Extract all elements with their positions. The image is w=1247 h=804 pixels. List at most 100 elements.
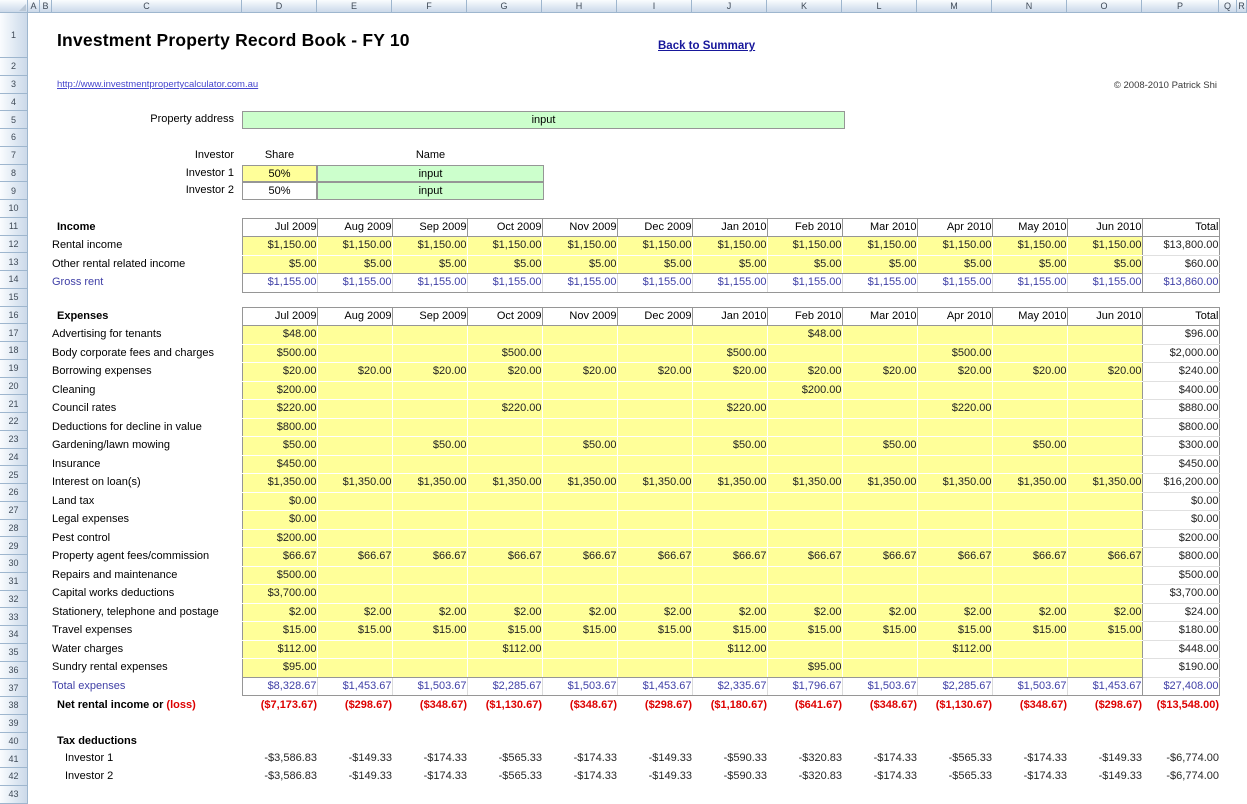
income-cell[interactable]: $5.00 — [542, 255, 617, 274]
expense-total-cell[interactable]: $190.00 — [1142, 659, 1219, 678]
expense-cell[interactable] — [542, 418, 617, 437]
expense-cell[interactable]: $1,350.00 — [767, 474, 842, 493]
expense-row-label[interactable]: Pest control — [52, 529, 242, 548]
expense-cell[interactable] — [692, 511, 767, 530]
expense-cell[interactable]: $50.00 — [392, 437, 467, 456]
income-cell[interactable]: $5.00 — [467, 255, 542, 274]
expense-row-label[interactable]: Travel expenses — [52, 622, 242, 641]
total-header[interactable]: Total — [1142, 307, 1219, 326]
expense-cell[interactable] — [842, 400, 917, 419]
income-cell[interactable]: $1,155.00 — [467, 274, 542, 293]
expense-cell[interactable]: $1,350.00 — [917, 474, 992, 493]
expense-cell[interactable] — [467, 326, 542, 345]
expense-cell[interactable] — [842, 492, 917, 511]
expense-cell[interactable] — [392, 640, 467, 659]
expense-cell[interactable] — [842, 455, 917, 474]
expense-row-label[interactable]: Cleaning — [52, 381, 242, 400]
expense-cell[interactable] — [617, 418, 692, 437]
expense-total-cell[interactable]: $800.00 — [1142, 418, 1219, 437]
expense-cell[interactable] — [692, 529, 767, 548]
net-total-cell[interactable]: ($13,548.00) — [1142, 697, 1219, 715]
month-header[interactable]: Aug 2009 — [317, 218, 392, 237]
expense-cell[interactable]: $66.67 — [692, 548, 767, 567]
month-header[interactable]: Aug 2009 — [317, 307, 392, 326]
net-cell[interactable]: ($348.67) — [842, 697, 917, 715]
expense-cell[interactable] — [842, 640, 917, 659]
row-header-43[interactable]: 43 — [0, 786, 28, 804]
income-cell[interactable]: $1,155.00 — [692, 274, 767, 293]
expense-cell[interactable]: $1,350.00 — [692, 474, 767, 493]
expense-cell[interactable] — [917, 511, 992, 530]
expense-cell[interactable] — [542, 326, 617, 345]
expense-cell[interactable]: $1,350.00 — [542, 474, 617, 493]
expense-row-label[interactable]: Total expenses — [52, 677, 242, 696]
col-header-B[interactable]: B — [40, 0, 52, 13]
expense-cell[interactable]: $66.67 — [392, 548, 467, 567]
row-header-9[interactable]: 9 — [0, 182, 28, 200]
month-header[interactable]: May 2010 — [992, 307, 1067, 326]
expense-cell[interactable]: $48.00 — [242, 326, 317, 345]
net-cell[interactable]: ($348.67) — [392, 697, 467, 715]
expense-cell[interactable]: $15.00 — [992, 622, 1067, 641]
row-header-28[interactable]: 28 — [0, 520, 28, 538]
expense-cell[interactable] — [617, 344, 692, 363]
tax-row-label[interactable]: Investor 1 — [52, 750, 242, 768]
row-header-17[interactable]: 17 — [0, 324, 28, 342]
expense-cell[interactable]: $2.00 — [542, 603, 617, 622]
expense-row-label[interactable]: Land tax — [52, 492, 242, 511]
tax-cell[interactable]: -$174.33 — [392, 750, 467, 768]
income-row-label[interactable]: Gross rent — [52, 274, 242, 293]
expense-cell[interactable]: $20.00 — [542, 363, 617, 382]
expense-cell[interactable]: $66.67 — [617, 548, 692, 567]
income-cell[interactable]: $5.00 — [242, 255, 317, 274]
expense-cell[interactable]: $2.00 — [392, 603, 467, 622]
row-header-5[interactable]: 5 — [0, 111, 28, 129]
expense-cell[interactable]: $20.00 — [617, 363, 692, 382]
expense-cell[interactable] — [317, 492, 392, 511]
expense-cell[interactable] — [767, 455, 842, 474]
expense-cell[interactable] — [317, 418, 392, 437]
expense-cell[interactable] — [917, 381, 992, 400]
expense-cell[interactable]: $112.00 — [242, 640, 317, 659]
expense-cell[interactable] — [1067, 418, 1142, 437]
tax-cell[interactable]: -$320.83 — [767, 750, 842, 768]
income-cell[interactable]: $5.00 — [392, 255, 467, 274]
col-header-M[interactable]: M — [917, 0, 992, 13]
total-header[interactable]: Total — [1142, 218, 1219, 237]
income-cell[interactable]: $1,155.00 — [317, 274, 392, 293]
expense-cell[interactable] — [617, 455, 692, 474]
expense-cell[interactable]: $2.00 — [242, 603, 317, 622]
expense-cell[interactable] — [542, 381, 617, 400]
expense-cell[interactable]: $1,350.00 — [467, 474, 542, 493]
row-header-4[interactable]: 4 — [0, 94, 28, 112]
expense-cell[interactable]: $20.00 — [467, 363, 542, 382]
expense-row-label[interactable]: Water charges — [52, 640, 242, 659]
expense-total-cell[interactable]: $16,200.00 — [1142, 474, 1219, 493]
month-header[interactable]: Jan 2010 — [692, 307, 767, 326]
tax-cell[interactable]: -$3,586.83 — [242, 750, 317, 768]
expense-cell[interactable]: $20.00 — [317, 363, 392, 382]
income-cell[interactable]: $5.00 — [767, 255, 842, 274]
expense-cell[interactable] — [392, 511, 467, 530]
row-header-27[interactable]: 27 — [0, 502, 28, 520]
expense-cell[interactable]: $66.67 — [1067, 548, 1142, 567]
expense-cell[interactable]: $20.00 — [842, 363, 917, 382]
col-header-E[interactable]: E — [317, 0, 392, 13]
expense-row-label[interactable]: Legal expenses — [52, 511, 242, 530]
month-header[interactable]: Nov 2009 — [542, 218, 617, 237]
expense-total-cell[interactable]: $27,408.00 — [1142, 677, 1219, 696]
expense-cell[interactable]: $1,350.00 — [242, 474, 317, 493]
expense-cell[interactable] — [467, 659, 542, 678]
tax-cell[interactable]: -$174.33 — [842, 768, 917, 786]
month-header[interactable]: Oct 2009 — [467, 307, 542, 326]
expense-cell[interactable] — [767, 492, 842, 511]
month-header[interactable]: Jan 2010 — [692, 218, 767, 237]
expense-row-label[interactable]: Insurance — [52, 455, 242, 474]
expense-cell[interactable] — [392, 344, 467, 363]
expense-cell[interactable]: $1,503.67 — [542, 677, 617, 696]
expense-cell[interactable]: $2.00 — [842, 603, 917, 622]
row-header-37[interactable]: 37 — [0, 679, 28, 697]
expense-cell[interactable] — [617, 529, 692, 548]
expense-cell[interactable]: $500.00 — [242, 344, 317, 363]
expense-cell[interactable] — [767, 511, 842, 530]
